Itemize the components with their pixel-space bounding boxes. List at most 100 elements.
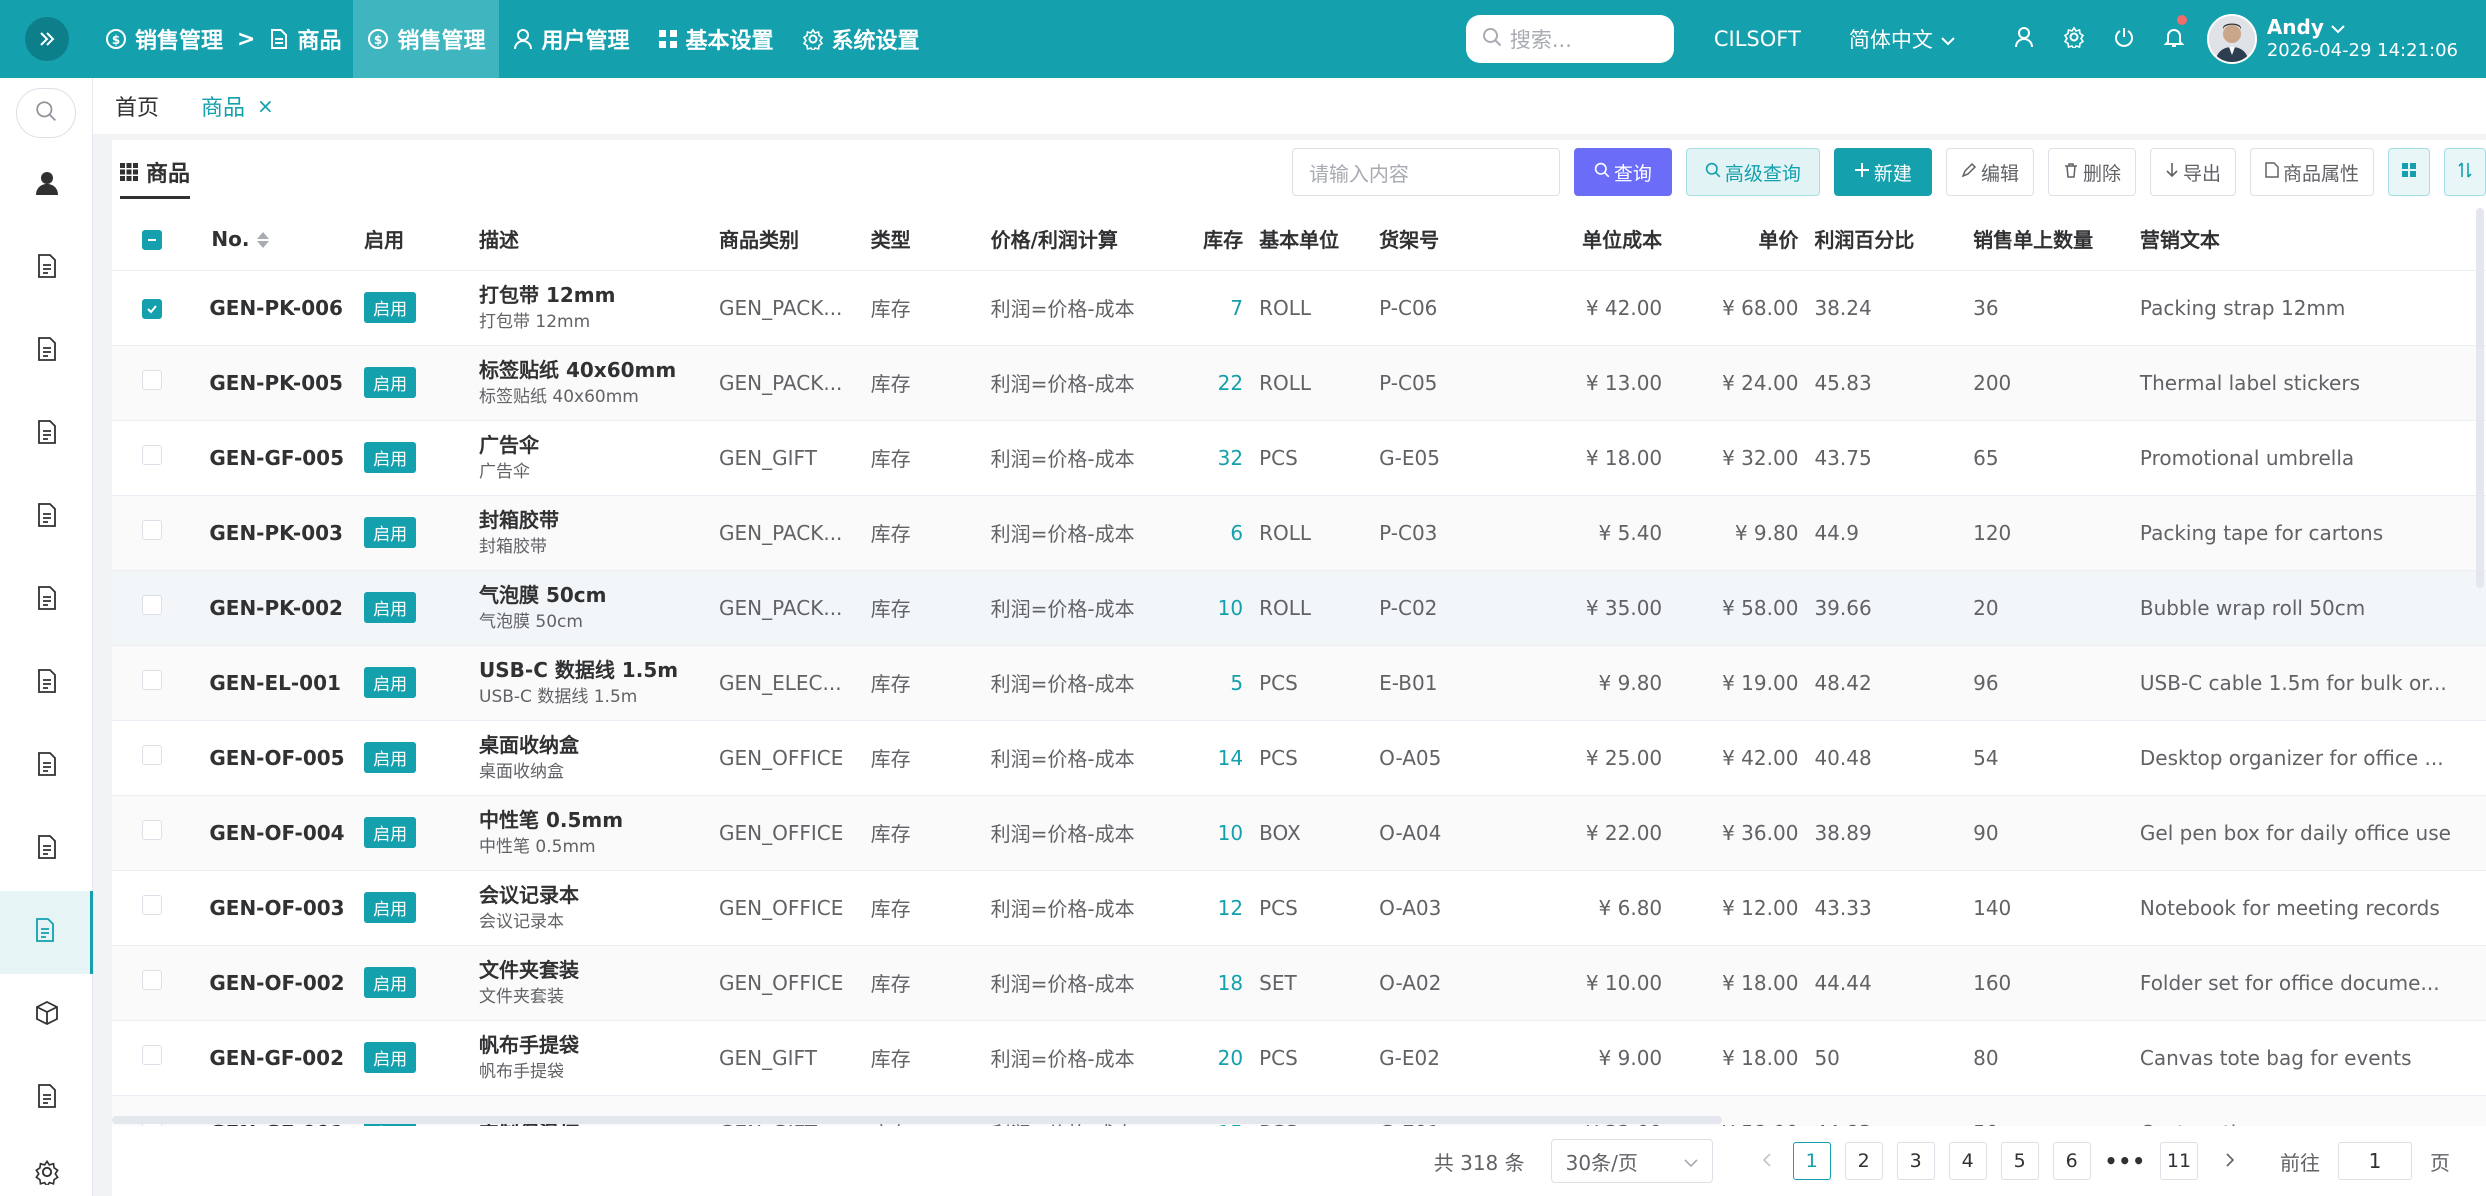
cell-no[interactable]: GEN-PK-005 — [193, 345, 357, 421]
cell-no[interactable]: GEN-PK-006 — [193, 270, 357, 346]
sidebar-item-products[interactable] — [0, 891, 93, 974]
expand-icon[interactable] — [24, 17, 69, 61]
cell-description: USB-C 数据线 1.5m USB-C 数据线 1.5m — [471, 645, 712, 721]
row-checkbox[interactable] — [142, 745, 162, 765]
cell-no[interactable]: GEN-OF-005 — [193, 720, 357, 796]
vertical-scrollbar[interactable] — [2476, 208, 2484, 588]
row-checkbox[interactable] — [142, 370, 162, 390]
row-checkbox[interactable] — [142, 520, 162, 540]
table-body: GEN-PK-006 启用 打包带 12mm 打包带 12mm GEN_PACK... 库… — [112, 270, 2486, 1126]
nav-user-management[interactable]: 用户管理 — [499, 0, 643, 78]
tab-products[interactable]: 商品 × — [201, 90, 274, 122]
notifications-button[interactable] — [2149, 0, 2199, 78]
new-button[interactable]: 新建 — [1833, 148, 1932, 196]
page-5-button[interactable]: 5 — [2000, 1142, 2039, 1180]
page-2-button[interactable]: 2 — [1844, 1142, 1883, 1180]
sidebar-item-document-6[interactable] — [0, 642, 93, 725]
cell-no[interactable]: GEN-PK-003 — [193, 495, 357, 571]
sidebar-item-user[interactable] — [0, 144, 93, 227]
sidebar-item-document-3[interactable] — [0, 393, 93, 476]
column-header-no[interactable]: No. — [193, 208, 357, 271]
breadcrumb-sales[interactable]: 销售管理 — [135, 23, 223, 55]
nav-system-settings[interactable]: 系统设置 — [788, 0, 934, 78]
page-4-button[interactable]: 4 — [1948, 1142, 1987, 1180]
page-1-button[interactable]: 1 — [1792, 1142, 1831, 1180]
page-size-select[interactable]: 30条/页 — [1550, 1139, 1713, 1183]
sidebar-item-package[interactable] — [0, 974, 93, 1057]
row-checkbox[interactable] — [142, 298, 162, 319]
sidebar-search-button[interactable] — [16, 88, 76, 138]
cell-no[interactable]: GEN-PK-002 — [193, 570, 357, 646]
cell-no[interactable]: GEN-GF-005 — [193, 420, 357, 496]
table-row[interactable]: GEN-OF-003 启用 会议记录本 会议记录本 GEN_OFFICE 库存 利润=价格-… — [112, 870, 2486, 946]
table-row[interactable]: GEN-EL-001 启用 USB-C 数据线 1.5m USB-C 数据线 1.5m… — [112, 645, 2486, 721]
next-page-icon[interactable] — [2212, 1149, 2248, 1173]
table-row[interactable]: GEN-GF-002 启用 帆布手提袋 帆布手提袋 GEN_GIFT 库存 利润=价格-成本… — [112, 1020, 2486, 1096]
row-checkbox[interactable] — [142, 595, 162, 615]
logout-button[interactable] — [2099, 0, 2149, 78]
row-checkbox[interactable] — [142, 445, 162, 465]
profile-button[interactable] — [1999, 0, 2049, 78]
global-search-input[interactable]: 搜索... — [1465, 15, 1674, 63]
goto-page-input[interactable]: 1 — [2338, 1142, 2412, 1180]
product-attributes-button[interactable]: 商品属性 — [2249, 148, 2374, 196]
page-3-button[interactable]: 3 — [1896, 1142, 1935, 1180]
sort-caret-icon[interactable] — [257, 232, 270, 249]
language-selector[interactable]: 简体中文 — [1849, 24, 1955, 54]
sidebar-item-document-1[interactable] — [0, 227, 93, 310]
cell-no[interactable]: GEN-OF-004 — [193, 795, 357, 871]
company-name[interactable]: CILSOFT — [1714, 27, 1801, 51]
sidebar-item-settings[interactable] — [0, 1140, 93, 1190]
sidebar-item-document-9[interactable] — [0, 1057, 93, 1140]
row-checkbox[interactable] — [142, 670, 162, 690]
row-checkbox[interactable] — [142, 1045, 162, 1065]
table-row[interactable]: GEN-OF-002 启用 文件夹套装 文件夹套装 GEN_OFFICE 库存 利润=价格-… — [112, 945, 2486, 1021]
page-last-button[interactable]: 11 — [2160, 1142, 2198, 1180]
table-row[interactable]: GEN-PK-006 启用 打包带 12mm 打包带 12mm GEN_PACK... 库… — [112, 270, 2486, 346]
settings-button[interactable] — [2049, 0, 2099, 78]
cell-category: GEN_GIFT — [711, 1020, 863, 1096]
select-all-checkbox[interactable] — [142, 229, 162, 250]
advanced-query-button[interactable]: 高级查询 — [1685, 148, 1820, 196]
query-button[interactable]: 查询 — [1573, 148, 1672, 196]
table-row[interactable]: GEN-OF-004 启用 中性笔 0.5mm 中性笔 0.5mm GEN_OFFICE… — [112, 795, 2486, 871]
horizontal-scrollbar[interactable] — [112, 1116, 1722, 1124]
avatar[interactable] — [2206, 14, 2257, 64]
table-row[interactable]: GEN-PK-002 启用 气泡膜 50cm 气泡膜 50cm GEN_PACK... 库… — [112, 570, 2486, 646]
more-pages-icon[interactable]: ••• — [2105, 1149, 2146, 1173]
table-row[interactable]: GEN-PK-005 启用 标签贴纸 40x60mm 标签贴纸 40x60mm GEN_… — [112, 345, 2486, 421]
edit-button[interactable]: 编辑 — [1945, 148, 2034, 196]
row-checkbox[interactable] — [142, 820, 162, 840]
page-6-button[interactable]: 6 — [2052, 1142, 2091, 1180]
sidebar-item-document-7[interactable] — [0, 725, 93, 808]
nav-sales-management[interactable]: $ 销售管理 — [353, 0, 500, 78]
cell-no[interactable]: GEN-OF-003 — [193, 870, 357, 946]
sidebar-toggle[interactable] — [0, 0, 93, 78]
breadcrumb-products[interactable]: 商品 — [297, 23, 341, 55]
cell-no[interactable]: GEN-GF-002 — [193, 1020, 357, 1096]
cell-no[interactable]: GEN-EL-001 — [193, 645, 357, 721]
cell-no[interactable]: GEN-OF-002 — [193, 945, 357, 1021]
sidebar-item-document-2[interactable] — [0, 310, 93, 393]
export-button[interactable]: 导出 — [2149, 148, 2236, 196]
close-icon[interactable]: × — [257, 94, 274, 118]
description-main: 桌面收纳盒 — [479, 732, 580, 757]
row-checkbox[interactable] — [142, 895, 162, 915]
cell-description: 帆布手提袋 帆布手提袋 — [471, 1020, 712, 1096]
sort-button[interactable] — [2444, 148, 2486, 196]
sidebar-item-document-5[interactable] — [0, 559, 93, 642]
user-menu[interactable]: Andy 2026-04-29 14:21:06 — [2206, 14, 2458, 64]
tab-home[interactable]: 首页 — [115, 90, 159, 122]
table-row[interactable]: GEN-PK-003 启用 封箱胶带 封箱胶带 GEN_PACK... 库存 利润=价格-成… — [112, 495, 2486, 571]
nav-basic-settings[interactable]: 基本设置 — [644, 0, 788, 78]
query-input[interactable]: 请输入内容 — [1291, 148, 1560, 196]
sidebar-item-document-4[interactable] — [0, 476, 93, 559]
view-title[interactable]: 商品 — [120, 156, 191, 199]
row-checkbox[interactable] — [142, 970, 162, 990]
sidebar-item-document-8[interactable] — [0, 808, 93, 891]
grid-view-button[interactable] — [2388, 148, 2430, 196]
delete-button[interactable]: 删除 — [2047, 148, 2136, 196]
table-row[interactable]: GEN-GF-005 启用 广告伞 广告伞 GEN_GIFT 库存 利润=价格-成本 32 PC… — [112, 420, 2486, 496]
table-row[interactable]: GEN-OF-005 启用 桌面收纳盒 桌面收纳盒 GEN_OFFICE 库存 利润=价格-… — [112, 720, 2486, 796]
prev-page-icon[interactable] — [1749, 1149, 1785, 1173]
